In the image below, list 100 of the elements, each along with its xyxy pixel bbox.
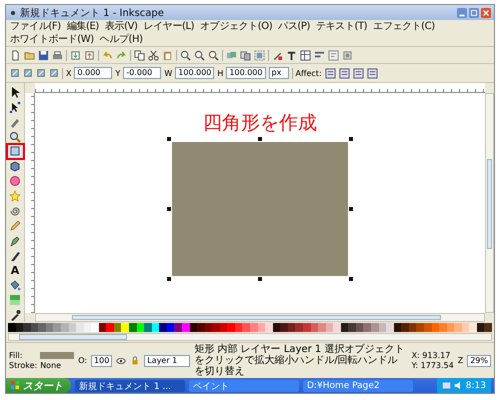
color-swatch[interactable] — [416, 323, 424, 332]
color-swatch[interactable] — [401, 323, 409, 332]
volume-icon[interactable] — [454, 381, 463, 390]
color-swatch[interactable] — [469, 323, 477, 332]
ellipse-tool-button[interactable] — [8, 174, 22, 188]
copy-icon[interactable] — [134, 50, 145, 60]
color-swatch[interactable] — [333, 323, 341, 332]
minimize-icon[interactable] — [457, 8, 467, 18]
opacity-field[interactable]: 100 — [91, 354, 112, 366]
menu-item[interactable]: レイヤー(L) — [142, 20, 196, 33]
xml-editor-icon[interactable] — [328, 50, 339, 60]
export-icon[interactable] — [84, 50, 95, 60]
menu-item[interactable]: テキスト(T) — [314, 20, 370, 33]
folder-icon[interactable] — [24, 50, 35, 60]
horizontal-scrollbar[interactable] — [35, 313, 485, 322]
node-tool-button[interactable] — [8, 100, 22, 114]
color-swatch[interactable] — [295, 323, 303, 332]
menu-item[interactable]: 編集(E) — [64, 20, 101, 33]
menu-item[interactable]: エフェクト(C) — [371, 20, 437, 33]
color-swatch[interactable] — [53, 323, 61, 332]
color-swatch[interactable] — [38, 323, 46, 332]
color-swatch[interactable] — [265, 323, 273, 332]
selection-handle[interactable] — [167, 207, 171, 211]
color-swatch[interactable] — [386, 323, 394, 332]
taskbar-button[interactable]: ペイント — [189, 380, 299, 392]
vertical-scrollbar[interactable] — [485, 93, 494, 313]
color-swatch[interactable] — [197, 323, 205, 332]
color-swatch[interactable] — [121, 323, 129, 332]
scissors-icon[interactable] — [148, 50, 159, 60]
selection-handle[interactable] — [349, 207, 353, 211]
number-field[interactable]: 0.000 — [74, 67, 112, 79]
color-swatch[interactable] — [23, 323, 31, 332]
star-tool-button[interactable] — [8, 189, 22, 203]
color-swatch[interactable] — [363, 323, 371, 332]
taskbar-button[interactable]: D:¥Home Page2 — [303, 380, 413, 392]
group-icon[interactable] — [254, 50, 265, 60]
color-swatch[interactable] — [106, 323, 114, 332]
color-swatch[interactable] — [454, 323, 462, 332]
import-icon[interactable] — [70, 50, 81, 60]
clipboard-icon[interactable] — [162, 50, 173, 60]
duplicate-icon[interactable] — [226, 50, 237, 60]
color-swatch[interactable] — [144, 323, 152, 332]
color-swatch[interactable] — [318, 323, 326, 332]
color-swatch[interactable] — [159, 323, 167, 332]
menu-item[interactable]: 表示(V) — [102, 20, 140, 33]
pencil-tool-button[interactable] — [8, 218, 22, 233]
zoom-tool-button[interactable] — [8, 130, 22, 144]
maximize-icon[interactable] — [469, 8, 479, 18]
selection-handle[interactable] — [258, 137, 262, 141]
color-swatch[interactable] — [484, 323, 492, 332]
menu-item[interactable]: パス(P) — [276, 20, 312, 33]
redo-icon[interactable] — [116, 50, 127, 60]
zoom-out-icon[interactable] — [194, 50, 205, 60]
table-icon[interactable] — [300, 50, 311, 60]
color-swatch[interactable] — [91, 323, 99, 332]
fill-swatch[interactable] — [40, 352, 74, 359]
lock-icon[interactable] — [130, 356, 140, 366]
number-field[interactable]: -0.000 — [123, 67, 162, 79]
color-swatch[interactable] — [212, 323, 220, 332]
zoom-fit-icon[interactable] — [208, 50, 219, 60]
color-swatch[interactable] — [129, 323, 137, 332]
text-tool-icon[interactable] — [286, 50, 297, 60]
color-swatch[interactable] — [242, 323, 250, 332]
zoom-in-icon[interactable] — [180, 50, 191, 60]
color-swatch[interactable] — [227, 323, 235, 332]
zoom-field[interactable]: 29% — [467, 354, 491, 366]
new-document-icon[interactable] — [10, 50, 21, 60]
color-swatch[interactable] — [371, 323, 379, 332]
color-swatch[interactable] — [250, 323, 258, 332]
selection-handle[interactable] — [167, 277, 171, 281]
layer-dropdown[interactable]: Layer 1 — [144, 354, 190, 366]
color-swatch[interactable] — [280, 323, 288, 332]
box3d-tool-button[interactable] — [8, 159, 22, 174]
printer-icon[interactable] — [52, 50, 63, 60]
number-field[interactable]: 100.000 — [226, 67, 266, 79]
selection-handle[interactable] — [349, 277, 353, 281]
unit-dropdown[interactable]: px — [268, 67, 288, 79]
color-swatch[interactable] — [76, 323, 84, 332]
color-swatch[interactable] — [348, 323, 356, 332]
save-icon[interactable] — [38, 50, 49, 60]
color-swatch[interactable] — [174, 323, 182, 332]
menu-item[interactable]: ホワイトボード(W) — [8, 33, 96, 46]
rect-tool-button[interactable] — [8, 144, 22, 158]
color-swatch[interactable] — [439, 323, 447, 332]
menu-item[interactable]: オブジェクト(O) — [198, 20, 274, 33]
selection-handle[interactable] — [349, 137, 353, 141]
palette-scrollbar[interactable] — [8, 333, 492, 341]
number-field[interactable]: 100.000 — [175, 67, 214, 79]
align-icon[interactable] — [314, 50, 325, 60]
taskbar-button[interactable]: 新規ドキュメント 1 ... — [75, 380, 185, 392]
text-tool-button[interactable]: A — [8, 264, 22, 278]
undo-icon[interactable] — [102, 50, 113, 60]
close-icon[interactable] — [481, 8, 491, 18]
menu-item[interactable]: ファイル(F) — [8, 20, 63, 33]
selection-handle[interactable] — [167, 137, 171, 141]
menu-item[interactable]: ヘルプ(H) — [98, 33, 145, 46]
eye-icon[interactable] — [116, 356, 126, 366]
clone-icon[interactable] — [240, 50, 251, 60]
selection-handle[interactable] — [258, 277, 262, 281]
color-swatch[interactable] — [8, 323, 16, 332]
